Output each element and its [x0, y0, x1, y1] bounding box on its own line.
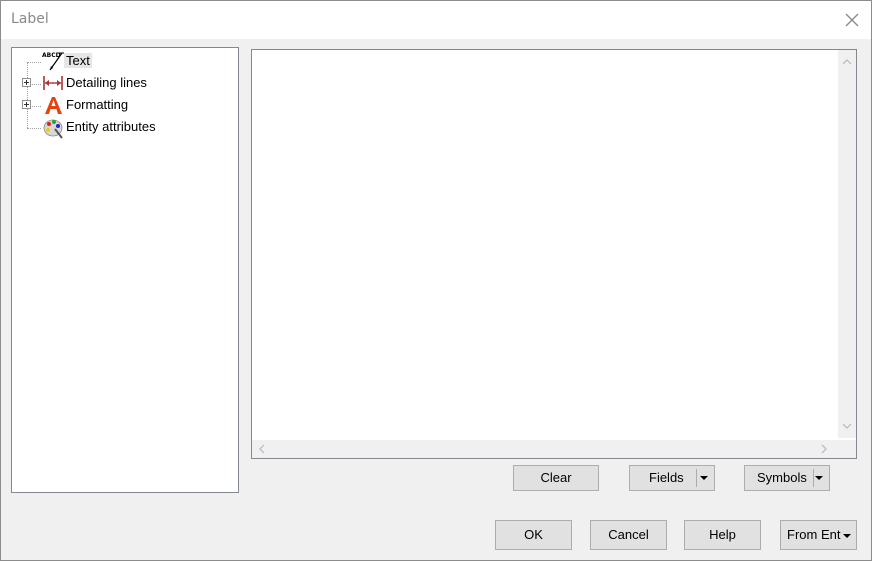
- tree-item-label: Formatting: [66, 97, 129, 112]
- scroll-corner: [838, 440, 856, 458]
- scroll-right-icon[interactable]: [820, 444, 828, 457]
- clear-button-label: Clear: [540, 470, 572, 485]
- fields-button-label: Fields: [649, 470, 684, 485]
- tree-item-text[interactable]: ABCD Text: [12, 51, 238, 71]
- close-icon[interactable]: [843, 11, 861, 29]
- scroll-down-icon[interactable]: [842, 420, 852, 433]
- expand-icon[interactable]: [22, 78, 31, 87]
- button-separator: [696, 469, 697, 487]
- text-abcd-icon: ABCD: [42, 51, 64, 71]
- tree-item-entity-attributes[interactable]: Entity attributes: [12, 117, 238, 139]
- chevron-down-icon: [700, 476, 708, 480]
- cancel-button[interactable]: Cancel: [590, 520, 667, 550]
- label-dialog: Label ABCD Text Detailing lines Formatti…: [0, 0, 872, 561]
- from-ent-button-label: From Ent: [787, 527, 841, 542]
- palette-icon: [42, 117, 63, 139]
- cancel-button-label: Cancel: [608, 527, 649, 542]
- tree-item-label: Entity attributes: [66, 119, 156, 134]
- chevron-down-icon: [815, 476, 823, 480]
- button-separator: [813, 469, 814, 487]
- from-ent-button[interactable]: From Ent: [780, 520, 857, 550]
- formatting-a-icon: [42, 95, 62, 115]
- tree-item-label: Text: [64, 53, 92, 68]
- vertical-scrollbar[interactable]: [838, 50, 856, 438]
- chevron-down-icon: [843, 534, 851, 538]
- dimension-line-icon: [42, 73, 63, 93]
- help-button[interactable]: Help: [684, 520, 761, 550]
- title-bar: Label: [1, 1, 871, 39]
- expand-icon[interactable]: [22, 100, 31, 109]
- ok-button[interactable]: OK: [495, 520, 572, 550]
- tree-item-formatting[interactable]: Formatting: [12, 95, 238, 115]
- dialog-title: Label: [11, 11, 49, 27]
- category-tree[interactable]: ABCD Text Detailing lines Formatting Ent…: [11, 47, 239, 493]
- horizontal-scrollbar[interactable]: [252, 440, 838, 458]
- help-button-label: Help: [709, 527, 736, 542]
- tree-item-detailing-lines[interactable]: Detailing lines: [12, 73, 238, 93]
- ok-button-label: OK: [524, 527, 543, 542]
- scroll-up-icon[interactable]: [842, 56, 852, 69]
- tree-item-label: Detailing lines: [66, 75, 147, 90]
- fields-button[interactable]: Fields: [629, 465, 715, 491]
- clear-button[interactable]: Clear: [513, 465, 599, 491]
- label-text-editor[interactable]: [251, 49, 857, 459]
- symbols-button-label: Symbols: [757, 470, 807, 485]
- symbols-button[interactable]: Symbols: [744, 465, 830, 491]
- scroll-left-icon[interactable]: [258, 444, 266, 457]
